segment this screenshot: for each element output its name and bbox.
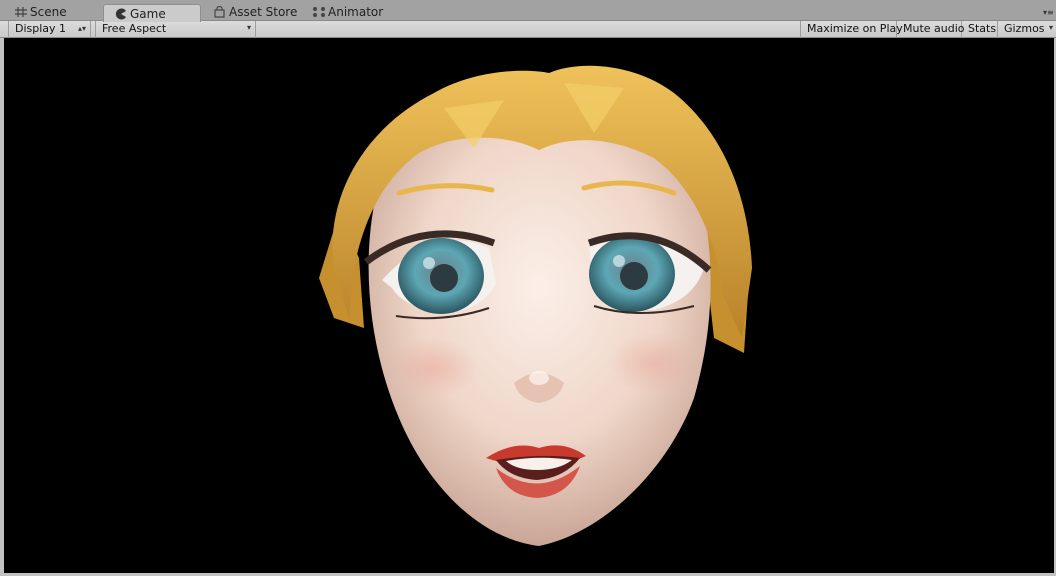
maximize-on-play-label: Maximize on Play xyxy=(807,22,903,35)
display-dropdown-value: Display 1 xyxy=(15,22,67,35)
mute-audio-toggle[interactable]: Mute audio xyxy=(897,21,965,38)
game-pacman-icon xyxy=(114,7,128,20)
tab-asset-store-label: Asset Store xyxy=(229,5,298,19)
asset-store-bag-icon xyxy=(213,5,227,18)
window-frame-left xyxy=(0,38,4,576)
aspect-dropdown-value: Free Aspect xyxy=(102,22,167,35)
dropdown-arrow-icon: ▾ xyxy=(246,23,251,32)
gizmos-label: Gizmos xyxy=(1004,22,1045,35)
tab-scene[interactable]: Scene xyxy=(4,3,100,21)
tab-game[interactable]: Game xyxy=(103,4,201,22)
tab-scene-label: Scene xyxy=(30,5,67,19)
right-cheek xyxy=(609,333,699,393)
tab-animator[interactable]: Animator xyxy=(302,3,402,21)
editor-tab-bar: Scene Game Asset Store Animator ▾≡ xyxy=(0,0,1056,22)
tab-asset-store[interactable]: Asset Store xyxy=(203,3,303,21)
maximize-on-play-toggle[interactable]: Maximize on Play xyxy=(800,21,903,38)
tab-animator-label: Animator xyxy=(328,5,384,19)
face xyxy=(368,115,711,547)
tab-game-label: Game xyxy=(130,7,166,21)
character-head-render xyxy=(319,65,752,547)
scene-grid-icon xyxy=(14,5,28,17)
display-dropdown[interactable]: Display 1 ▴▾ xyxy=(8,21,91,38)
nose-highlight xyxy=(529,371,549,385)
stats-toggle[interactable]: Stats xyxy=(962,21,998,38)
left-cheek xyxy=(389,338,479,398)
game-viewport[interactable] xyxy=(4,38,1054,573)
game-view-toolbar: Display 1 ▴▾ Free Aspect ▾ Maximize on P… xyxy=(0,21,1056,38)
mute-audio-label: Mute audio xyxy=(903,22,965,35)
gizmos-dropdown[interactable]: Gizmos ▾ xyxy=(998,21,1054,38)
tab-options-icon[interactable]: ▾≡ xyxy=(1043,8,1054,18)
animator-nodes-icon xyxy=(312,5,326,17)
stats-label: Stats xyxy=(968,22,997,35)
dropdown-arrow-icon: ▾ xyxy=(1048,23,1053,32)
updown-arrow-icon: ▴▾ xyxy=(77,24,86,33)
aspect-dropdown[interactable]: Free Aspect ▾ xyxy=(95,21,256,38)
